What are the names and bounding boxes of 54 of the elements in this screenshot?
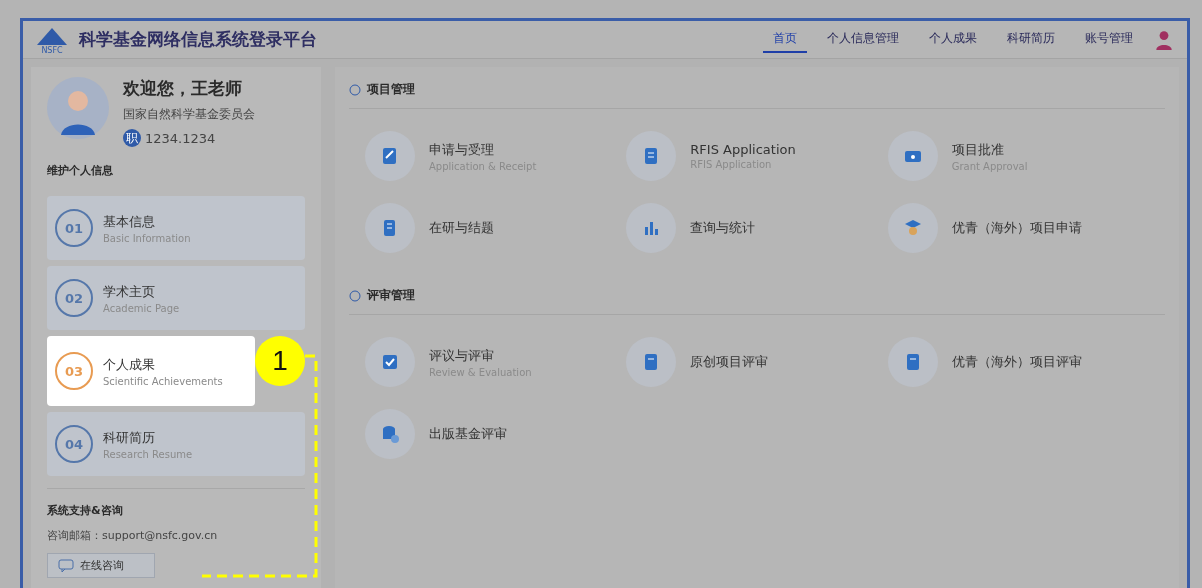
item-title: 学术主页 [103,282,156,301]
callout-marker: 1 [255,336,305,386]
card-title: 评议与评审 [429,346,495,365]
nav-tab[interactable]: 科研简历 [997,26,1065,53]
user-id: 1234.1234 [145,130,216,146]
sidebar-item[interactable]: 02 学术主页 Academic Page [47,266,305,330]
card-title: 出版基金评审 [429,425,507,443]
item-title: 基本信息 [103,212,156,231]
avatar-drawing [47,77,109,139]
chat-icon [58,558,74,573]
module-card[interactable]: 原创项目评审 [626,337,888,387]
card-title: 项目批准 [951,140,1005,159]
card-title: 查询与统计 [690,219,756,237]
nav-tab[interactable]: 首页 [763,26,807,53]
step-number: 03 [55,352,93,390]
card-title: 优青（海外）项目评审 [951,353,1082,371]
module-card[interactable]: 出版基金评审 [365,409,627,459]
section-heading: 系统支持&咨询 [47,503,124,518]
site-title: 科学基金网络信息系统登录平台 [79,28,318,51]
item-subtitle: Basic Information [103,232,191,244]
section-title: 项目管理 [367,81,415,98]
item-subtitle: Scientific Achievements [103,375,223,387]
nav-tab[interactable]: 个人信息管理 [817,26,909,53]
support-email: 咨询邮箱：support@nsfc.gov.cn [47,528,219,543]
section-title: 评审管理 [367,287,415,304]
item-subtitle: Academic Page [103,302,180,314]
sidebar-item[interactable]: 04 科研简历 Research Resume [47,412,305,476]
card-title: 在研与结题 [429,219,494,237]
user-icon[interactable] [1153,28,1175,51]
card-title: 原创项目评审 [690,353,769,371]
sidebar-item[interactable]: 01 基本信息 Basic Information [47,196,305,260]
module-card[interactable]: 在研与结题 [365,203,627,253]
step-number: 02 [55,279,93,317]
item-title: 个人成果 [103,355,156,374]
module-card[interactable]: 查询与统计 [626,203,888,253]
nav-tab[interactable]: 账号管理 [1075,26,1143,53]
section-heading: 维护个人信息 [47,163,114,178]
organization: 国家自然科学基金委员会 [123,106,255,123]
card-title: 申请与受理 [429,140,495,159]
nav-tab[interactable]: 个人成果 [919,26,987,53]
step-number: 01 [55,209,93,247]
card-title: RFIS Application [690,142,796,157]
checkbox-document-icon [380,352,400,372]
card-title: 优青（海外）项目申请 [951,219,1082,237]
item-subtitle: Research Resume [103,448,193,460]
consult-button[interactable]: 在线咨询 [47,553,155,578]
sidebar-item[interactable]: 03 个人成果 Scientific Achievements [47,336,255,406]
item-title: 科研简历 [103,428,156,447]
module-card[interactable]: 优青（海外）项目评审 [887,337,1149,387]
greeting: 欢迎您，王老师 [123,77,243,100]
database-icon [380,424,400,444]
module-card[interactable]: 优青（海外）项目申请 [887,203,1149,253]
step-number: 04 [55,425,93,463]
id-badge: 职 [123,129,141,147]
